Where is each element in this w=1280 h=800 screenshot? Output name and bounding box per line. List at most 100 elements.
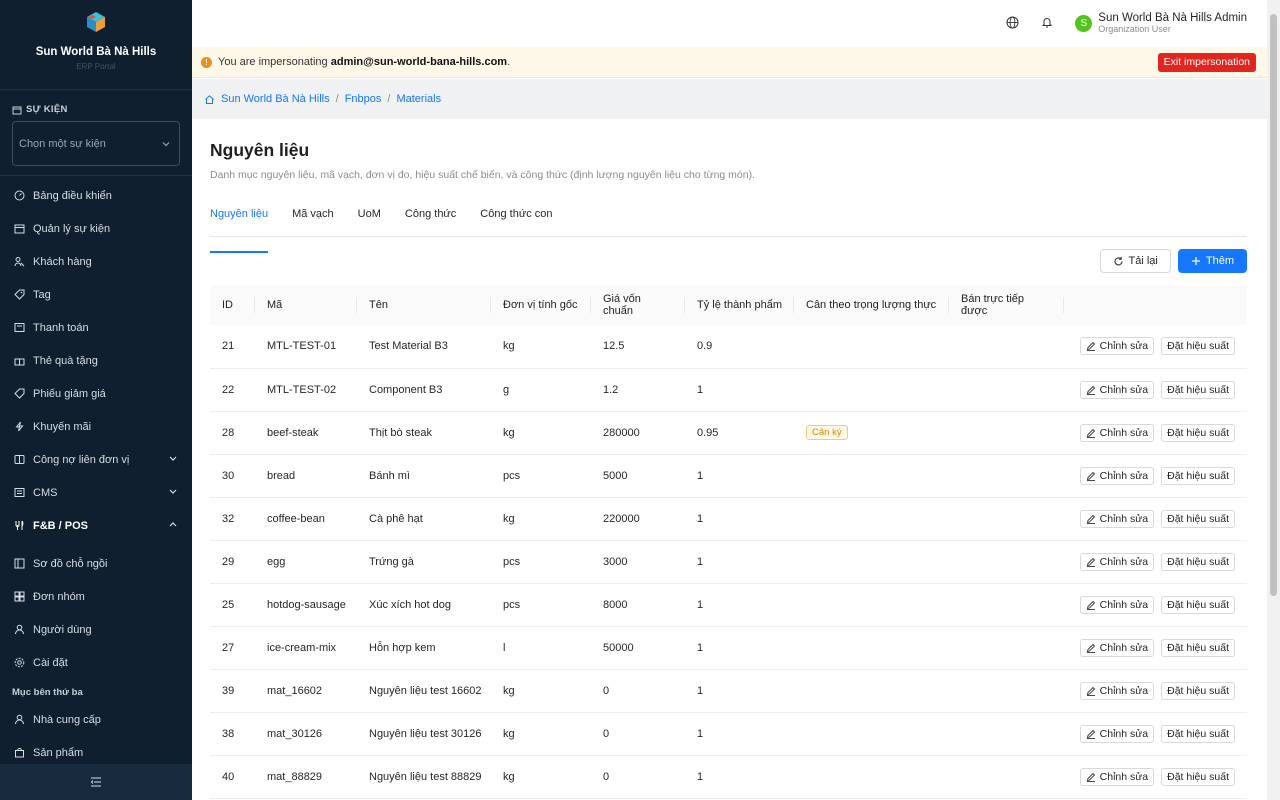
row-actions: Chỉnh sửa Đặt hiệu suất <box>1076 681 1235 700</box>
event-select[interactable]: Chọn một sự kiện <box>12 121 180 166</box>
sidebar-item-cms[interactable]: CMS <box>0 476 192 509</box>
warning-icon: ! <box>201 56 212 68</box>
sidebar-item-label: Cài đặt <box>33 656 68 669</box>
sidebar-item-dashboard[interactable]: Bảng điều khiển <box>0 179 192 212</box>
settings-icon <box>14 657 25 668</box>
sidebar-item-group-order[interactable]: Đơn nhóm <box>0 580 192 613</box>
cell-cost: 0 <box>603 684 610 697</box>
edit-button[interactable]: Chỉnh sửa <box>1079 681 1155 700</box>
cell-code: mat_16602 <box>267 684 323 697</box>
sidebar-item-payment[interactable]: Thanh toán <box>0 311 192 344</box>
cell-name: Bánh mì <box>369 469 410 482</box>
tab-barcodes[interactable]: Mã vạch <box>292 207 334 236</box>
bell-icon[interactable] <box>1041 16 1053 31</box>
cell-id: 27 <box>222 641 235 654</box>
column-header-name[interactable]: Tên <box>357 285 491 325</box>
edit-button[interactable]: Chỉnh sửa <box>1079 724 1155 743</box>
avatar: S <box>1075 15 1093 32</box>
globe-icon[interactable] <box>1006 16 1019 32</box>
page-description: Danh mục nguyên liệu, mã vạch, đơn vị đo… <box>210 169 756 181</box>
set-yield-button[interactable]: Đặt hiệu suất <box>1161 638 1235 657</box>
edit-button[interactable]: Chỉnh sửa <box>1079 423 1155 442</box>
tag-icon <box>14 289 25 300</box>
column-header-yield[interactable]: Tỷ lệ thành phẩm <box>685 285 794 325</box>
cell-actions: Chỉnh sửa Đặt hiệu suất <box>1064 669 1247 712</box>
table-header-row: ID Mã Tên Đơn vị tính gốc Giá vốn chuẩn … <box>210 285 1247 325</box>
set-yield-button[interactable]: Đặt hiệu suất <box>1161 552 1235 571</box>
cell-direct-sale <box>949 497 1064 540</box>
column-header-code[interactable]: Mã <box>255 285 357 325</box>
cell-direct-sale <box>949 454 1064 497</box>
collapse-sidebar-button[interactable] <box>0 764 192 800</box>
sidebar-item-users[interactable]: Khách hàng <box>0 245 192 278</box>
edit-button[interactable]: Chỉnh sửa <box>1079 509 1155 528</box>
sidebar-item-tag[interactable]: Tag <box>0 278 192 311</box>
edit-button[interactable]: Chỉnh sửa <box>1079 552 1155 571</box>
sidebar-item-coupon[interactable]: Phiếu giảm giá <box>0 377 192 410</box>
edit-button[interactable]: Chỉnh sửa <box>1079 595 1155 614</box>
column-header-id[interactable]: ID <box>210 285 255 325</box>
row-actions: Chỉnh sửa Đặt hiệu suất <box>1076 595 1235 614</box>
breadcrumb-org[interactable]: Sun World Bà Nà Hills <box>221 93 330 105</box>
user-name: Sun World Bà Nà Hills Admin <box>1098 12 1247 24</box>
chevron-up-icon <box>168 519 178 532</box>
sidebar-item-seat-map[interactable]: Sơ đồ chỗ ngồi <box>0 547 192 580</box>
set-yield-button[interactable]: Đặt hiệu suất <box>1161 466 1235 485</box>
set-yield-button[interactable]: Đặt hiệu suất <box>1161 509 1235 528</box>
column-header-direct-sale[interactable]: Bán trực tiếp được <box>949 285 1064 325</box>
promotion-icon <box>14 421 25 432</box>
sidebar-item-user[interactable]: Người dùng <box>0 613 192 646</box>
edit-button[interactable]: Chỉnh sửa <box>1079 638 1155 657</box>
cell-id: 30 <box>222 469 235 482</box>
exit-impersonation-button[interactable]: Exit impersonation <box>1157 52 1256 72</box>
set-yield-button[interactable]: Đặt hiệu suất <box>1161 724 1235 743</box>
scrollbar-thumb[interactable] <box>1270 14 1277 596</box>
set-yield-button[interactable]: Đặt hiệu suất <box>1161 767 1235 786</box>
sidebar-item-label: F&B / POS <box>33 519 89 532</box>
brand-subtitle: ERP Portal <box>76 62 116 71</box>
column-header-standard-cost[interactable]: Giá vốn chuẩn <box>591 285 685 325</box>
page-scrollbar[interactable] <box>1267 0 1280 800</box>
edit-button[interactable]: Chỉnh sửa <box>1079 337 1155 356</box>
tab-sub-recipes[interactable]: Công thức con <box>480 207 552 236</box>
impersonated-email: admin@sun-world-bana-hills.com <box>330 56 508 68</box>
cell-name: Nguyên liệu test 88829 <box>369 770 482 783</box>
sidebar-item-supplier[interactable]: Nhà cung cấp <box>0 703 192 736</box>
cell-weigh <box>794 497 949 540</box>
reload-button[interactable]: Tải lại <box>1099 249 1171 273</box>
cell-code: MTL-TEST-02 <box>267 383 337 396</box>
cell-actions: Chỉnh sửa Đặt hiệu suất <box>1064 325 1247 368</box>
column-header-weigh[interactable]: Cân theo trọng lượng thực <box>794 285 949 325</box>
tab-materials[interactable]: Nguyên liệu <box>210 207 269 253</box>
column-header-base-uom[interactable]: Đơn vị tính gốc <box>491 285 591 325</box>
cell-code: bread <box>267 469 296 482</box>
tab-uom[interactable]: UoM <box>358 207 381 236</box>
row-actions: Chỉnh sửa Đặt hiệu suất <box>1076 767 1235 786</box>
edit-button[interactable]: Chỉnh sửa <box>1079 767 1155 786</box>
user-menu[interactable]: S Sun World Bà Nà Hills Admin Organizati… <box>1075 12 1247 35</box>
sidebar-item-fnb[interactable]: F&B / POS <box>0 509 192 542</box>
sidebar-item-settings[interactable]: Cài đặt <box>0 646 192 679</box>
cell-name: Component B3 <box>369 383 443 396</box>
sidebar-item-promotion[interactable]: Khuyến mãi <box>0 410 192 443</box>
cell-yield: 1 <box>697 469 704 482</box>
breadcrumb-fnbpos[interactable]: Fnbpos <box>345 93 382 105</box>
cell-cost: 220000 <box>603 512 640 525</box>
breadcrumb-materials[interactable]: Materials <box>396 93 441 105</box>
sidebar-item-calendar[interactable]: Quản lý sự kiện <box>0 212 192 245</box>
sidebar-item-ledger[interactable]: Công nợ liên đơn vị <box>0 443 192 476</box>
edit-icon <box>1086 342 1095 352</box>
edit-icon <box>1086 514 1095 524</box>
edit-button[interactable]: Chỉnh sửa <box>1079 380 1155 399</box>
edit-button[interactable]: Chỉnh sửa <box>1079 466 1155 485</box>
set-yield-button[interactable]: Đặt hiệu suất <box>1161 423 1235 442</box>
supplier-icon <box>14 714 25 725</box>
home-icon[interactable] <box>204 94 215 105</box>
set-yield-button[interactable]: Đặt hiệu suất <box>1161 380 1235 399</box>
tab-recipes[interactable]: Công thức <box>405 207 456 236</box>
set-yield-button[interactable]: Đặt hiệu suất <box>1161 595 1235 614</box>
sidebar-item-gift[interactable]: Thẻ quà tặng <box>0 344 192 377</box>
add-button[interactable]: Thêm <box>1177 249 1247 273</box>
set-yield-button[interactable]: Đặt hiệu suất <box>1161 337 1235 356</box>
set-yield-button[interactable]: Đặt hiệu suất <box>1161 681 1235 700</box>
